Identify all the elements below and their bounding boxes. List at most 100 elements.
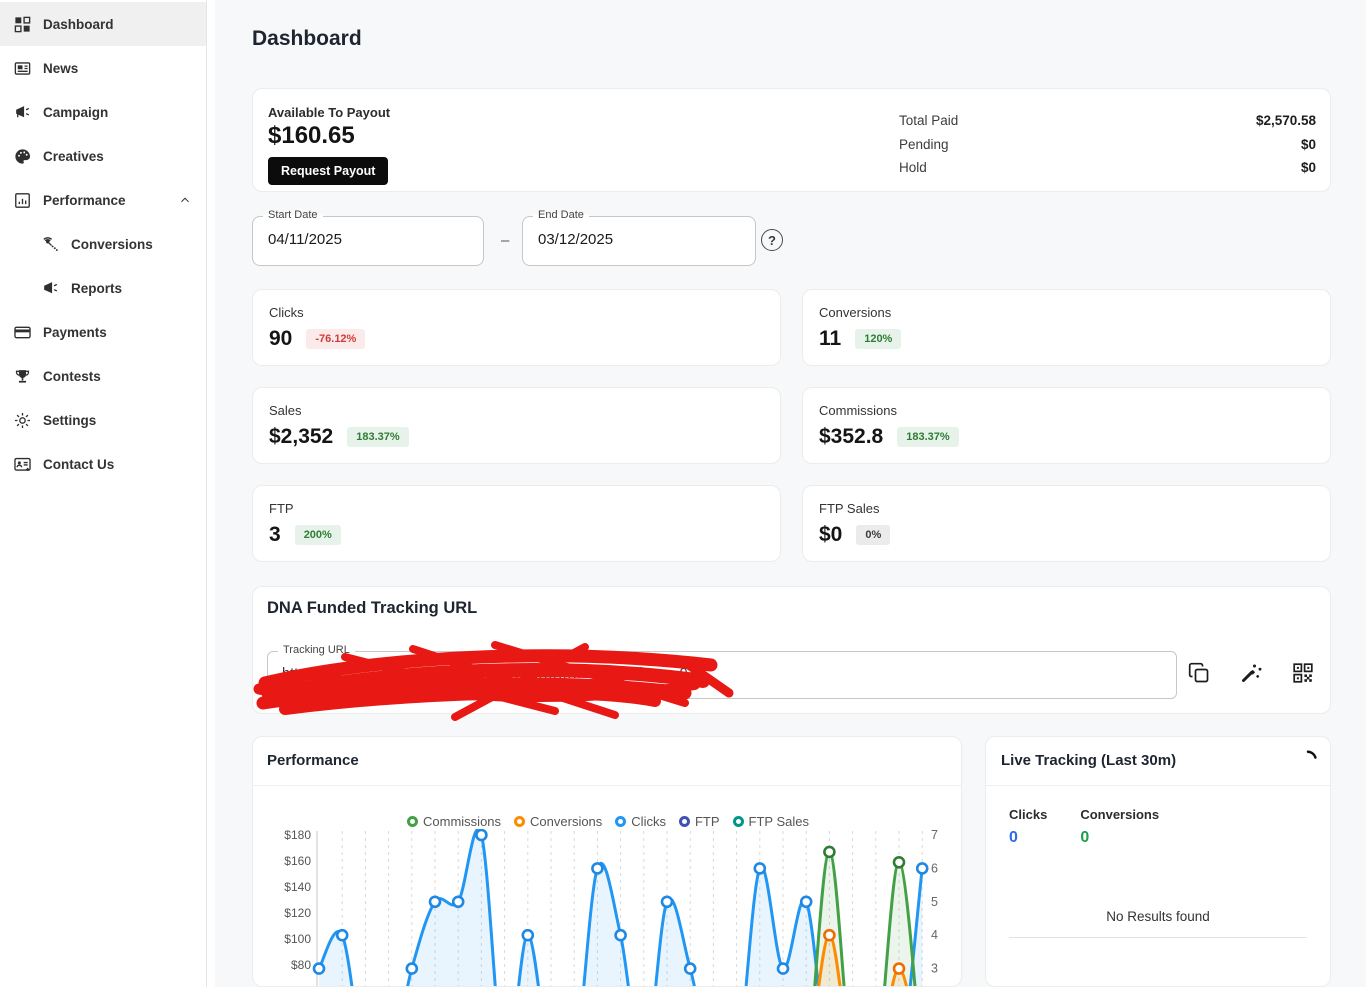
news-icon	[13, 59, 32, 78]
tracking-actions	[1186, 661, 1316, 687]
tracking-url-value: https://……………………………………………………&ref=……93	[282, 666, 1162, 682]
tracking-url-card: DNA Funded Tracking URL Tracking URL htt…	[252, 586, 1331, 714]
page-title: Dashboard	[252, 27, 362, 51]
available-to-payout-amount: $160.65	[268, 122, 355, 150]
copy-icon[interactable]	[1186, 661, 1212, 687]
sidebar-item-label: Campaign	[43, 105, 108, 120]
stat-value-row: 90 -76.12%	[269, 327, 365, 351]
summary-value: $2,570.58	[1256, 113, 1316, 128]
available-to-payout-label: Available To Payout	[268, 105, 390, 120]
qr-code-icon[interactable]	[1290, 661, 1316, 687]
summary-value: $0	[1301, 160, 1316, 175]
svg-text:$120: $120	[284, 906, 311, 920]
legend-label: FTP	[695, 814, 720, 829]
performance-card: Performance Commissions Conversions Clic…	[252, 736, 962, 987]
stat-card-sales: Sales $2,352 183.37%	[252, 387, 781, 464]
contests-icon	[13, 367, 32, 386]
live-tracking-card: Live Tracking (Last 30m) Clicks 0Convers…	[985, 736, 1331, 987]
stat-label: Clicks	[269, 305, 304, 320]
divider	[1009, 937, 1307, 938]
stat-value-row: $352.8 183.37%	[819, 425, 959, 449]
live-stat-label: Conversions	[1080, 807, 1159, 822]
legend-item-clicks[interactable]: Clicks	[615, 814, 666, 829]
sidebar-item-creatives[interactable]: Creatives	[0, 134, 206, 178]
creatives-icon	[13, 147, 32, 166]
legend-ring	[679, 816, 690, 827]
sidebar-item-settings[interactable]: Settings	[0, 398, 206, 442]
live-stat-value: 0	[1080, 829, 1159, 847]
svg-text:$140: $140	[284, 880, 311, 894]
sidebar-item-payments[interactable]: Payments	[0, 310, 206, 354]
sidebar-item-campaign[interactable]: Campaign	[0, 90, 206, 134]
contact-icon	[13, 455, 32, 474]
stat-value-row: $2,352 183.37%	[269, 425, 409, 449]
payments-icon	[13, 323, 32, 342]
performance-chart: $180$160$140$120$100$8076543	[253, 829, 962, 987]
help-icon[interactable]: ?	[761, 229, 783, 251]
sidebar-item-contests[interactable]: Contests	[0, 354, 206, 398]
payout-summary: Total Paid $2,570.58Pending $0Hold $0	[899, 109, 1316, 180]
chevron-up-icon	[178, 193, 192, 207]
stat-card-ftp-sales: FTP Sales $0 0%	[802, 485, 1331, 562]
stat-change-badge: 183.37%	[347, 427, 408, 447]
legend-ring	[733, 816, 744, 827]
sidebar-item-label: Performance	[43, 193, 126, 208]
chart-legend: Commissions Conversions Clicks FTP FTP S…	[253, 814, 962, 829]
stat-card-clicks: Clicks 90 -76.12%	[252, 289, 781, 366]
live-stat-conversions: Conversions 0	[1080, 807, 1159, 847]
legend-item-ftp[interactable]: FTP	[679, 814, 720, 829]
stat-value-row: $0 0%	[819, 523, 890, 547]
sidebar-item-news[interactable]: News	[0, 46, 206, 90]
end-date-label: End Date	[533, 209, 589, 221]
sidebar-item-performance[interactable]: Performance	[0, 178, 206, 222]
svg-text:$80: $80	[291, 958, 311, 972]
stat-label: Conversions	[819, 305, 891, 320]
stat-change-badge: 120%	[855, 329, 901, 349]
divider	[253, 785, 961, 786]
sidebar-item-conversions[interactable]: Conversions	[0, 222, 206, 266]
stats-grid: Clicks 90 -76.12% Conversions 11 120% Sa…	[252, 289, 1331, 562]
stat-value: $0	[819, 523, 842, 547]
sidebar-item-label: News	[43, 61, 78, 76]
sidebar-item-label: Creatives	[43, 149, 104, 164]
legend-item-conversions[interactable]: Conversions	[514, 814, 602, 829]
tracking-url-input[interactable]: Tracking URL https://……………………………………………………	[267, 651, 1177, 699]
magic-wand-icon[interactable]	[1238, 661, 1264, 687]
summary-label: Total Paid	[899, 113, 958, 128]
request-payout-button[interactable]: Request Payout	[268, 157, 388, 185]
reports-icon	[41, 279, 60, 298]
stat-card-conversions: Conversions 11 120%	[802, 289, 1331, 366]
end-date-field[interactable]: End Date 03/12/2025	[522, 216, 756, 266]
sidebar-item-label: Contact Us	[43, 457, 114, 472]
stat-value-row: 11 120%	[819, 327, 901, 351]
live-stat-value: 0	[1009, 829, 1047, 847]
sidebar: Dashboard News Campaign Creatives Performanc…	[0, 0, 207, 987]
svg-text:5: 5	[931, 895, 938, 909]
sidebar-item-contact-us[interactable]: Contact Us	[0, 442, 206, 486]
start-date-field[interactable]: Start Date 04/11/2025	[252, 216, 484, 266]
live-empty-text: No Results found	[986, 909, 1330, 924]
legend-label: Conversions	[530, 814, 602, 829]
sidebar-item-label: Contests	[43, 369, 101, 384]
live-stats: Clicks 0Conversions 0	[1009, 807, 1159, 847]
svg-text:$180: $180	[284, 829, 311, 842]
settings-icon	[13, 411, 32, 430]
stat-card-ftp: FTP 3 200%	[252, 485, 781, 562]
stat-change-badge: -76.12%	[306, 329, 365, 349]
stat-value: 90	[269, 327, 292, 351]
legend-item-commissions[interactable]: Commissions	[407, 814, 501, 829]
legend-ring	[615, 816, 626, 827]
live-tracking-title: Live Tracking (Last 30m)	[1001, 752, 1176, 769]
date-range-separator: –	[501, 232, 509, 249]
legend-label: Clicks	[631, 814, 666, 829]
legend-item-ftp-sales[interactable]: FTP Sales	[733, 814, 809, 829]
payout-summary-row: Total Paid $2,570.58	[899, 109, 1316, 133]
sidebar-item-reports[interactable]: Reports	[0, 266, 206, 310]
campaign-icon	[13, 103, 32, 122]
stat-label: Commissions	[819, 403, 897, 418]
sidebar-item-label: Settings	[43, 413, 96, 428]
summary-value: $0	[1301, 137, 1316, 152]
summary-label: Hold	[899, 160, 927, 175]
stat-value: $2,352	[269, 425, 333, 449]
sidebar-item-dashboard[interactable]: Dashboard	[0, 2, 206, 46]
